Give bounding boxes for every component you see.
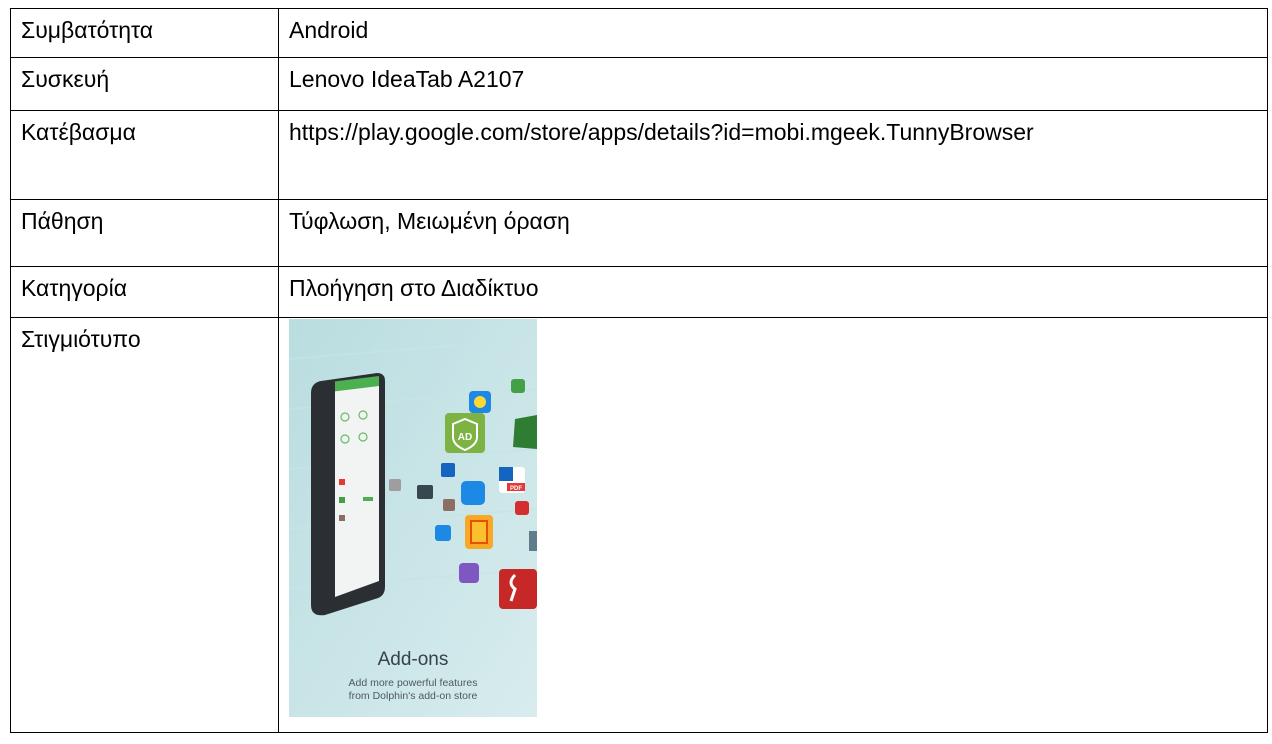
row-label: Συσκευή (10, 57, 279, 111)
adblock-icon: AD (445, 413, 485, 453)
screenshot-cell: AD PDF Add-ons Add more powerful feature… (278, 317, 1268, 733)
svg-text:AD: AD (458, 432, 472, 443)
addons-title: Add-ons (378, 649, 449, 670)
svg-text:PDF: PDF (510, 486, 522, 492)
row-label: Στιγμιότυπο (10, 317, 279, 733)
row-value: Πλοήγηση στο Διαδίκτυο (278, 266, 1268, 318)
download-link[interactable]: https://play.google.com/store/apps/detai… (278, 110, 1268, 200)
pdf-icon: PDF (499, 467, 525, 493)
row-label: Συμβατότητα (10, 8, 279, 58)
row-value: Android (278, 8, 1268, 58)
row-value: Lenovo IdeaTab A2107 (278, 57, 1268, 111)
row-label: Πάθηση (10, 199, 279, 267)
table-row: Πάθηση Τύφλωση, Μειωμένη όραση (10, 199, 1268, 267)
table-row: Κατηγορία Πλοήγηση στο Διαδίκτυο (10, 266, 1268, 318)
table-row: Συσκευή Lenovo IdeaTab A2107 (10, 57, 1268, 111)
table-row: Συμβατότητα Android (10, 8, 1268, 58)
table-row: Στιγμιότυπο AD PDF Add-ons Add more powe… (10, 317, 1268, 733)
row-label: Κατέβασμα (10, 110, 279, 200)
app-screenshot: AD PDF Add-ons Add more powerful feature… (289, 319, 537, 717)
app-info-table: Συμβατότητα Android Συσκευή Lenovo IdeaT… (10, 8, 1268, 733)
row-value: Τύφλωση, Μειωμένη όραση (278, 199, 1268, 267)
addons-caption-2: from Dolphin's add-on store (349, 690, 478, 702)
addons-caption-1: Add more powerful features (349, 677, 478, 689)
table-row: Κατέβασμα https://play.google.com/store/… (10, 110, 1268, 200)
row-label: Κατηγορία (10, 266, 279, 318)
phone-graphic (311, 373, 385, 616)
